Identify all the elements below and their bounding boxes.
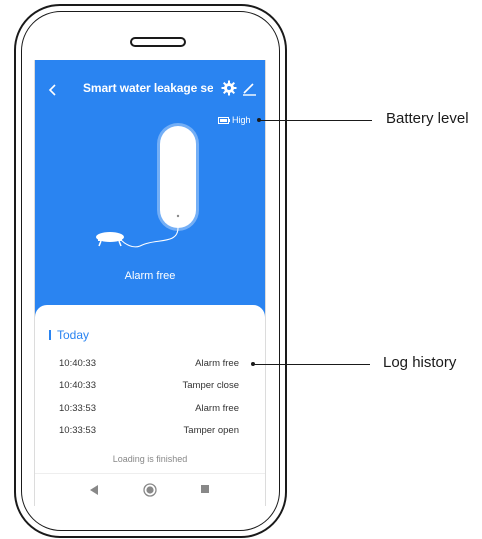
- log-time: 10:33:53: [59, 403, 96, 414]
- device-hero-panel: Smart water leakage sens...: [35, 60, 265, 320]
- device-title: Smart water leakage sens...: [83, 81, 213, 95]
- battery-icon: [218, 116, 230, 124]
- log-event: Tamper close: [182, 380, 240, 391]
- section-marker: [49, 330, 51, 340]
- log-entry: 10:33:53 Tamper open: [59, 425, 239, 436]
- battery-level-label: High: [232, 115, 251, 125]
- log-section-title: Today: [57, 328, 90, 342]
- log-entry: 10:40:33 Tamper close: [59, 380, 239, 391]
- device-status: Alarm free: [124, 270, 176, 282]
- log-entry: 10:40:33 Alarm free: [59, 358, 239, 369]
- phone-speaker: [130, 37, 186, 47]
- log-event: Alarm free: [195, 403, 239, 414]
- gear-icon[interactable]: [221, 80, 237, 96]
- battery-indicator: High: [218, 115, 251, 125]
- log-card: Today 10:40:33 Alarm free 10:40:33 Tampe…: [35, 305, 265, 506]
- nav-home-icon[interactable]: [143, 483, 157, 497]
- log-section-header: Today: [49, 328, 89, 342]
- loading-status: Loading is finished: [112, 454, 188, 464]
- log-time: 10:40:33: [59, 358, 96, 369]
- battery-callout-line: [259, 120, 372, 121]
- chevron-left-icon[interactable]: [45, 82, 61, 98]
- log-event: Tamper open: [183, 425, 239, 436]
- log-time: 10:40:33: [59, 380, 96, 391]
- log-event: Alarm free: [195, 358, 239, 369]
- log-entry: 10:33:53 Alarm free: [59, 403, 239, 414]
- log-callout-label: Log history: [383, 354, 457, 371]
- app-screen: Smart water leakage sens...: [34, 60, 266, 506]
- nav-recents-icon[interactable]: [201, 485, 209, 493]
- water-sensor-illustration: [96, 123, 199, 248]
- nav-back-icon[interactable]: [89, 485, 99, 495]
- android-nav-bar: [35, 473, 265, 506]
- battery-callout-label: Battery level: [386, 110, 469, 127]
- log-time: 10:33:53: [59, 425, 96, 436]
- log-callout-line: [253, 364, 370, 365]
- pencil-icon[interactable]: [242, 81, 257, 96]
